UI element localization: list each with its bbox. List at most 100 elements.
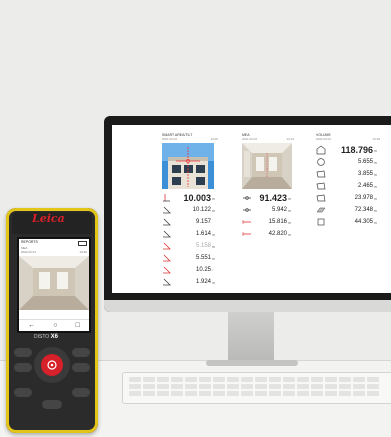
keyboard-key[interactable] xyxy=(213,384,225,389)
keyboard-key[interactable] xyxy=(241,384,253,389)
keyboard-key[interactable] xyxy=(143,391,155,396)
function-button[interactable] xyxy=(14,363,32,372)
device-screen[interactable]: REPORTS MEA 2022.02.01 13:40 ← ○ □ xyxy=(17,237,91,333)
keyboard-key[interactable] xyxy=(157,377,169,382)
keyboard-key[interactable] xyxy=(171,391,183,396)
keyboard-key[interactable] xyxy=(199,384,211,389)
keyboard-key[interactable] xyxy=(367,391,379,396)
keyboard-key[interactable] xyxy=(325,391,337,396)
keyboard-key[interactable] xyxy=(283,377,295,382)
keyboard-key[interactable] xyxy=(311,384,323,389)
measurement-row[interactable]: 5.655 m xyxy=(316,156,380,168)
keyboard-key[interactable] xyxy=(269,384,281,389)
measurement-icon-slot xyxy=(162,229,176,239)
keyboard-key[interactable] xyxy=(129,391,141,396)
keyboard-key[interactable] xyxy=(325,377,337,382)
measurement-row[interactable]: 15.816 m xyxy=(242,216,294,228)
keyboard-key[interactable] xyxy=(297,384,309,389)
device-room-photo[interactable] xyxy=(19,255,89,310)
keyboard-key[interactable] xyxy=(199,377,211,382)
measurement-row[interactable]: 5.942 m xyxy=(242,204,294,216)
measurement-icon-slot xyxy=(316,181,330,191)
keyboard-key[interactable] xyxy=(325,384,337,389)
keyboard-key[interactable] xyxy=(157,384,169,389)
measure-button[interactable] xyxy=(41,354,63,376)
measurement-row[interactable]: 23.978 m xyxy=(316,192,380,204)
keyboard-key[interactable] xyxy=(269,377,281,382)
measurement-row[interactable]: 9.157 xyxy=(162,216,218,228)
keyboard-key[interactable] xyxy=(241,377,253,382)
keyboard-key[interactable] xyxy=(227,377,239,382)
recent-icon[interactable]: □ xyxy=(76,322,80,329)
measurement-row[interactable]: 5.551 m xyxy=(162,252,218,264)
keyboard-key[interactable] xyxy=(185,384,197,389)
keyboard-key[interactable] xyxy=(297,391,309,396)
keyboard-key[interactable] xyxy=(185,377,197,382)
keyboard-key[interactable] xyxy=(353,391,365,396)
measurement-row[interactable]: 5.158 m xyxy=(162,240,218,252)
wall-icon xyxy=(317,218,325,226)
keyboard-key[interactable] xyxy=(339,384,351,389)
keyboard-key[interactable] xyxy=(241,391,253,396)
report-column-mea: MEA 2021.03.02 13:12 91.423 m 5.942 m 15… xyxy=(242,133,294,240)
measurement-icon-slot xyxy=(242,205,256,215)
keyboard-key[interactable] xyxy=(171,377,183,382)
measurement-value: 5.551 xyxy=(195,255,211,261)
measurement-row[interactable]: 2.465 m xyxy=(316,180,380,192)
keyboard-key[interactable] xyxy=(129,384,141,389)
measurement-row[interactable]: 72.348 m xyxy=(316,204,380,216)
keyboard-key[interactable] xyxy=(213,377,225,382)
keyboard-key[interactable] xyxy=(269,391,281,396)
keyboard-key[interactable] xyxy=(199,391,211,396)
keyboard-key[interactable] xyxy=(143,384,155,389)
keyboard-key[interactable] xyxy=(339,391,351,396)
keyboard-key[interactable] xyxy=(367,377,379,382)
keyboard-key[interactable] xyxy=(227,384,239,389)
clear-button[interactable] xyxy=(14,388,32,397)
keyboard-key[interactable] xyxy=(311,377,323,382)
camera-button[interactable] xyxy=(72,388,90,397)
keyboard-key[interactable] xyxy=(311,391,323,396)
measurement-icon-slot xyxy=(316,169,330,179)
keyboard-key[interactable] xyxy=(353,377,365,382)
measurement-row[interactable]: 118.796 m xyxy=(316,144,380,156)
keyboard-key[interactable] xyxy=(171,384,183,389)
keyboard-key[interactable] xyxy=(255,384,267,389)
equals-button[interactable] xyxy=(72,348,90,357)
keyboard-key[interactable] xyxy=(185,391,197,396)
measurement-row[interactable]: 10.003 m xyxy=(162,192,218,204)
interior-photo[interactable] xyxy=(242,143,292,189)
measurement-row[interactable]: 91.423 m xyxy=(242,192,294,204)
measurement-unit: m xyxy=(212,281,215,285)
keyboard-key[interactable] xyxy=(157,391,169,396)
keyboard-key[interactable] xyxy=(227,391,239,396)
plus-minus-button[interactable] xyxy=(14,348,32,357)
keyboard-key[interactable] xyxy=(255,377,267,382)
keyboard-key[interactable] xyxy=(213,391,225,396)
measurement-row[interactable]: 10.122 m xyxy=(162,204,218,216)
keyboard-key[interactable] xyxy=(367,384,379,389)
power-button[interactable] xyxy=(42,400,62,409)
measurement-row[interactable]: 1.924 m xyxy=(162,276,218,288)
measurement-row[interactable]: 44.305 m xyxy=(316,216,380,228)
keyboard-key[interactable] xyxy=(129,377,141,382)
keyboard-key[interactable] xyxy=(283,384,295,389)
keyboard-key[interactable] xyxy=(283,391,295,396)
measurement-row[interactable]: 42.820 m xyxy=(242,228,294,240)
keyboard-key[interactable] xyxy=(297,377,309,382)
home-icon[interactable]: ○ xyxy=(53,322,57,329)
keyboard[interactable] xyxy=(122,372,391,404)
measurement-icon-slot xyxy=(316,205,330,215)
back-icon[interactable]: ← xyxy=(28,322,35,329)
measurement-row[interactable]: 10.25 ° xyxy=(162,264,218,276)
keyboard-key[interactable] xyxy=(339,377,351,382)
keyboard-key[interactable] xyxy=(143,377,155,382)
keyboard-key[interactable] xyxy=(255,391,267,396)
measurement-row[interactable]: 1.614 m xyxy=(162,228,218,240)
building-photo[interactable] xyxy=(162,143,214,189)
keyboard-key[interactable] xyxy=(353,384,365,389)
measurement-value: 9.157 xyxy=(195,219,211,225)
interior-photo-image xyxy=(242,143,292,189)
measurement-row[interactable]: 3.855 m xyxy=(316,168,380,180)
menu-button[interactable] xyxy=(72,363,90,372)
